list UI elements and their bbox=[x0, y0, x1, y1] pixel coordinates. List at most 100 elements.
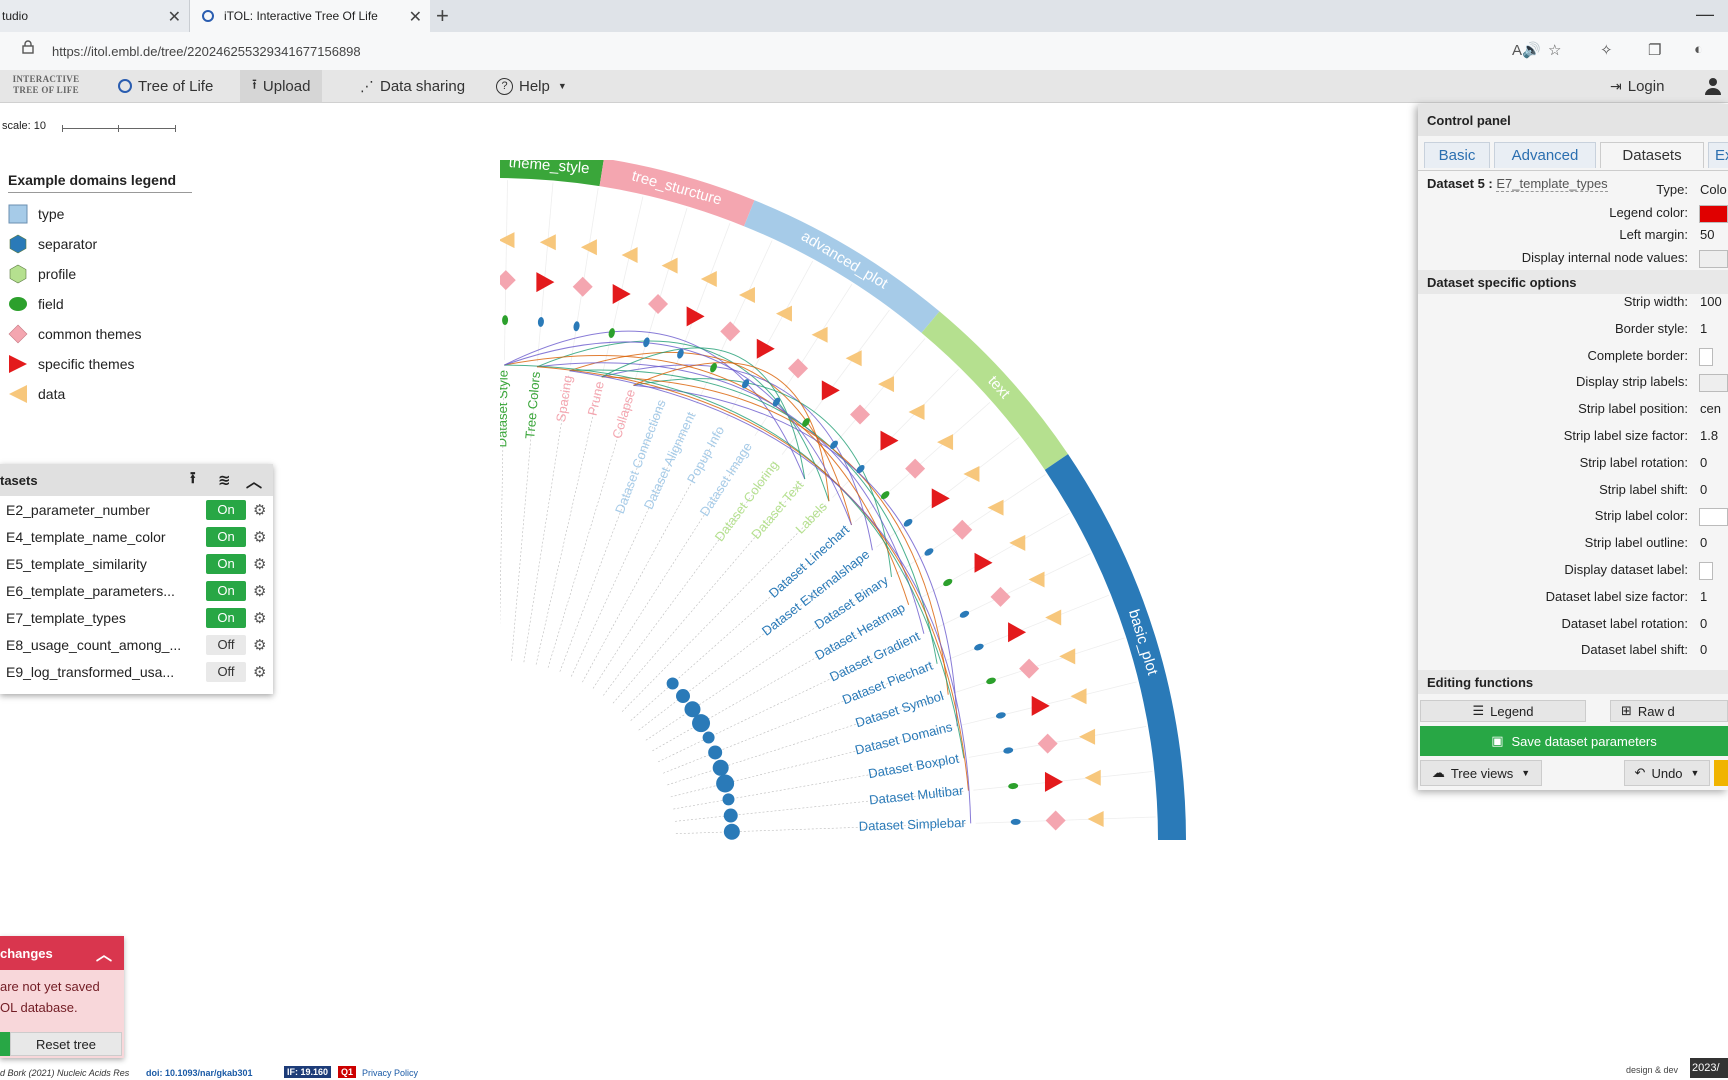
option-value[interactable]: 0 bbox=[1700, 535, 1707, 550]
nav-login[interactable]: ⇥ Login bbox=[1610, 70, 1664, 102]
leaf-label[interactable]: Collapse bbox=[609, 388, 638, 441]
favorite-icon[interactable]: ☆ bbox=[1548, 41, 1561, 59]
triangle-mark bbox=[1009, 534, 1026, 551]
new-tab-icon[interactable]: + bbox=[436, 3, 449, 29]
collections-icon[interactable]: ❐ bbox=[1648, 41, 1661, 59]
dataset-row[interactable]: E2_parameter_number On ⚙ bbox=[0, 496, 273, 523]
extensions-icon[interactable]: ✧ bbox=[1600, 41, 1613, 59]
close-tab-icon[interactable]: ✕ bbox=[168, 7, 181, 27]
nav-data-sharing[interactable]: ⋰ Data sharing bbox=[360, 70, 465, 102]
warning-button[interactable] bbox=[1714, 760, 1728, 786]
gear-icon[interactable]: ⚙ bbox=[253, 501, 266, 519]
footer-doi-link[interactable]: doi: 10.1093/nar/gkab301 bbox=[146, 1068, 253, 1078]
leaf-label[interactable]: Labels bbox=[792, 498, 830, 536]
privacy-policy-link[interactable]: Privacy Policy bbox=[362, 1068, 418, 1078]
leaf-label[interactable]: Dataset Multibar bbox=[868, 783, 964, 808]
dataset-toggle[interactable]: On bbox=[206, 499, 246, 520]
option-input[interactable] bbox=[1699, 562, 1713, 580]
undo-button[interactable]: ↶ Undo ▼ bbox=[1624, 760, 1710, 786]
upload-dataset-icon[interactable]: ⭱ bbox=[190, 467, 196, 494]
option-value[interactable]: 0 bbox=[1700, 482, 1707, 497]
url-text[interactable]: https://itol.embl.de/tree/22024625532934… bbox=[52, 44, 361, 59]
dataset-row[interactable]: E5_template_similarity On ⚙ bbox=[0, 550, 273, 577]
gear-icon[interactable]: ⚙ bbox=[253, 636, 266, 654]
option-value[interactable]: 0 bbox=[1700, 455, 1707, 470]
datasets-panel-header[interactable]: tasets ⭱ ≋ ︿ bbox=[0, 464, 273, 496]
leaf-label[interactable]: Dataset Simplebar bbox=[859, 815, 967, 834]
tab-datasets[interactable]: Datasets bbox=[1600, 142, 1704, 168]
legend-button[interactable]: ☰ Legend bbox=[1420, 700, 1586, 722]
edge-icon[interactable]: ◐ bbox=[1694, 41, 1703, 58]
option-value[interactable]: cen bbox=[1700, 401, 1721, 416]
changes-header[interactable]: changes ︿ bbox=[0, 936, 124, 970]
option-value[interactable]: 0 bbox=[1700, 642, 1707, 657]
grid-line bbox=[876, 437, 1020, 548]
leaf-label[interactable]: Tree Colors bbox=[522, 371, 543, 440]
user-icon[interactable] bbox=[1704, 70, 1722, 102]
dataset-row[interactable]: E9_log_transformed_usa... Off ⚙ bbox=[0, 658, 273, 685]
dataset-toggle[interactable]: On bbox=[206, 553, 246, 574]
dataset-row[interactable]: E4_template_name_color On ⚙ bbox=[0, 523, 273, 550]
read-aloud-icon[interactable]: A🔊 bbox=[1512, 41, 1541, 59]
domains-legend[interactable]: Example domains legend type separator prof… bbox=[8, 172, 192, 409]
control-panel-title[interactable]: Control panel bbox=[1418, 104, 1728, 136]
triangle-mark bbox=[621, 247, 638, 264]
add-dataset-icon[interactable]: ≋ bbox=[218, 471, 231, 489]
tab-export[interactable]: Ex bbox=[1708, 142, 1728, 168]
leaf-label[interactable]: Spacing bbox=[553, 374, 575, 423]
close-tab-icon[interactable]: ✕ bbox=[409, 7, 422, 27]
option-value[interactable]: 100 bbox=[1700, 294, 1722, 309]
option-value[interactable]: Colo bbox=[1700, 182, 1727, 197]
dataset-toggle[interactable]: On bbox=[206, 580, 246, 601]
tree-views-button[interactable]: ☁ Tree views ▼ bbox=[1420, 760, 1542, 786]
option-input[interactable] bbox=[1699, 374, 1728, 393]
dataset-row[interactable]: E7_template_types On ⚙ bbox=[0, 604, 273, 631]
nav-help[interactable]: ? Help ▼ bbox=[496, 70, 567, 102]
gear-icon[interactable]: ⚙ bbox=[253, 528, 266, 546]
raw-data-button[interactable]: ⊞ Raw d bbox=[1610, 700, 1728, 722]
option-value[interactable]: 50 bbox=[1700, 227, 1714, 242]
cloud-icon: ☁ bbox=[1431, 765, 1445, 780]
itol-logo[interactable]: Interactive Tree Of Life bbox=[8, 74, 84, 96]
dataset-toggle[interactable]: On bbox=[206, 526, 246, 547]
dataset-row[interactable]: E8_usage_count_among_... Off ⚙ bbox=[0, 631, 273, 658]
nav-tree-of-life[interactable]: Tree of Life bbox=[118, 70, 213, 102]
gear-icon[interactable]: ⚙ bbox=[253, 582, 266, 600]
leaf-label[interactable]: Dataset Style bbox=[500, 370, 511, 448]
option-input[interactable] bbox=[1699, 204, 1728, 223]
collapse-icon[interactable]: ︿ bbox=[96, 941, 112, 965]
option-value[interactable]: 1 bbox=[1700, 589, 1707, 604]
scale-bar bbox=[62, 125, 176, 132]
browser-tab-active[interactable]: iTOL: Interactive Tree Of Life ✕ bbox=[190, 0, 430, 32]
minimize-icon[interactable]: — bbox=[1696, 4, 1714, 25]
tab-advanced[interactable]: Advanced bbox=[1494, 142, 1596, 168]
option-row: Strip label size factor: 1.8 bbox=[1418, 428, 1728, 450]
save-dataset-parameters-button[interactable]: ▣ Save dataset parameters bbox=[1420, 726, 1728, 756]
lock-icon[interactable] bbox=[22, 40, 34, 54]
gear-icon[interactable]: ⚙ bbox=[253, 555, 266, 573]
option-value[interactable]: 1 bbox=[1700, 321, 1707, 336]
option-value[interactable]: 0 bbox=[1700, 616, 1707, 631]
option-input[interactable] bbox=[1699, 249, 1728, 268]
nav-upload[interactable]: ⭱ Upload bbox=[240, 70, 323, 102]
dataset-name: E6_template_parameters... bbox=[6, 582, 175, 599]
reset-tree-button[interactable]: Reset tree bbox=[10, 1032, 122, 1056]
tree-canvas[interactable]: theme_styletree_sturctureadvanced_plotte… bbox=[500, 160, 1300, 940]
option-label: Strip label rotation: bbox=[1579, 454, 1688, 470]
collapse-icon[interactable]: ︿ bbox=[246, 468, 262, 492]
option-input[interactable] bbox=[1699, 347, 1713, 366]
gear-icon[interactable]: ⚙ bbox=[253, 609, 266, 627]
tab-basic[interactable]: Basic bbox=[1424, 142, 1490, 168]
browser-tab-inactive[interactable]: tudio ✕ bbox=[0, 0, 190, 32]
dataset-toggle[interactable]: Off bbox=[206, 661, 246, 682]
option-value[interactable]: 1.8 bbox=[1700, 428, 1718, 443]
option-input[interactable] bbox=[1699, 508, 1728, 527]
gear-icon[interactable]: ⚙ bbox=[253, 663, 266, 681]
dataset-toggle[interactable]: On bbox=[206, 607, 246, 628]
editing-functions-header: Editing functions bbox=[1418, 670, 1728, 694]
dataset-row[interactable]: E6_template_parameters... On ⚙ bbox=[0, 577, 273, 604]
option-label: Display strip labels: bbox=[1576, 374, 1688, 390]
leaf-label[interactable]: Dataset Boxplot bbox=[867, 751, 960, 782]
dataset-toggle[interactable]: Off bbox=[206, 634, 246, 655]
leaf-label[interactable]: Prune bbox=[585, 380, 607, 417]
